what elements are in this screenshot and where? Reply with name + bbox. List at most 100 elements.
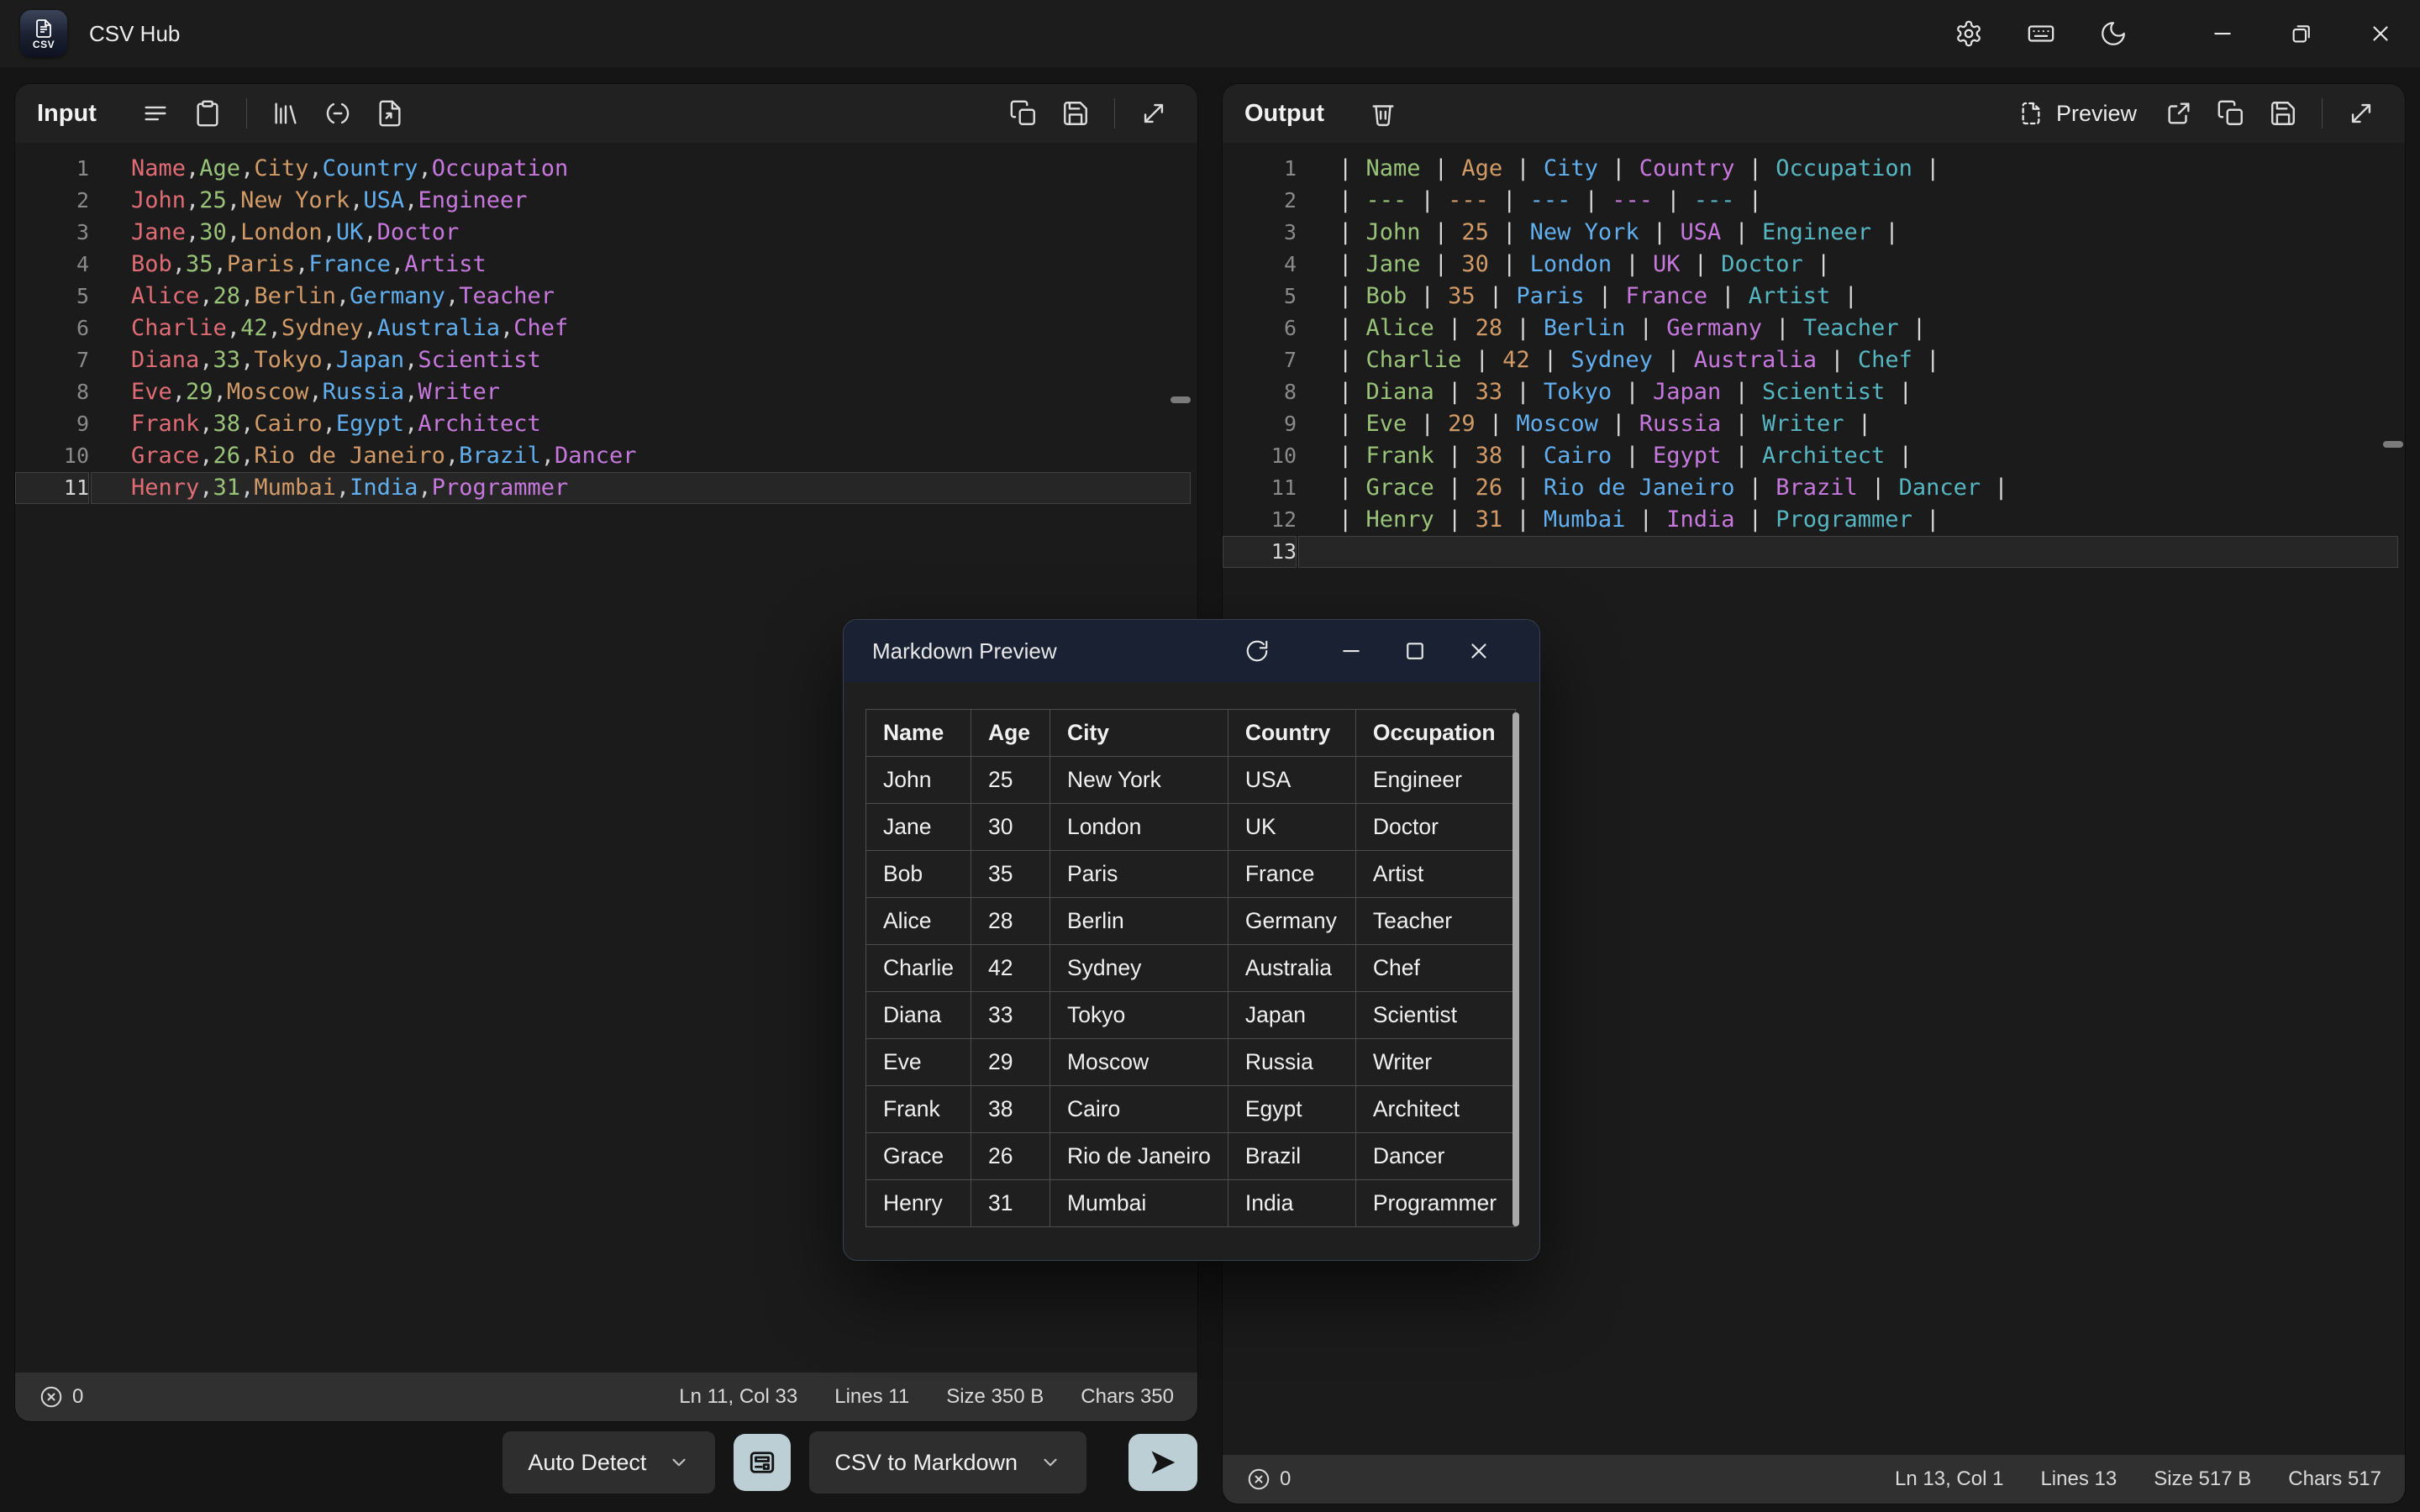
editor-line[interactable]: 8| Diana | 33 | Tokyo | Japan | Scientis… — [1223, 376, 2405, 408]
copy-output-button[interactable] — [2209, 92, 2253, 135]
editor-line[interactable]: 2| --- | --- | --- | --- | --- | — [1223, 185, 2405, 217]
token: | — [1489, 219, 1530, 245]
preview-refresh-button[interactable] — [1225, 620, 1289, 682]
editor-line[interactable]: 5Alice,28,Berlin,Germany,Teacher — [15, 281, 1197, 312]
library-button[interactable] — [264, 92, 308, 135]
token: 29 — [1448, 411, 1476, 437]
token: Eve — [1366, 411, 1407, 437]
preview-window-titlebar[interactable]: Markdown Preview — [844, 620, 1539, 682]
table-cell: Alice — [866, 898, 971, 945]
token: | — [1612, 251, 1653, 277]
token: Age — [199, 155, 240, 181]
editor-line[interactable]: 5| Bob | 35 | Paris | France | Artist | — [1223, 281, 2405, 312]
token: | — [1502, 379, 1544, 405]
save-input-button[interactable] — [1054, 92, 1097, 135]
editor-line[interactable]: 9Frank,38,Cairo,Egypt,Architect — [15, 408, 1197, 440]
preview-scrollbar-thumb[interactable] — [1512, 712, 1519, 1226]
trash-icon — [1369, 99, 1397, 128]
token: | — [1885, 443, 1912, 469]
token: Japan — [336, 347, 404, 373]
minimize-icon — [2210, 21, 2235, 46]
preview-close-button[interactable] — [1447, 620, 1511, 682]
save-output-button[interactable] — [2261, 92, 2305, 135]
token: Writer — [418, 379, 500, 405]
token: , — [186, 155, 199, 181]
editor-line[interactable]: 7Diana,33,Tokyo,Japan,Scientist — [15, 344, 1197, 376]
editor-line[interactable]: 4Bob,35,Paris,France,Artist — [15, 249, 1197, 281]
editor-line[interactable]: 11Henry,31,Mumbai,India,Programmer — [15, 472, 1197, 504]
token: , — [240, 155, 254, 181]
token: , — [391, 251, 404, 277]
sample-data-button[interactable] — [134, 92, 177, 135]
editor-line[interactable]: 4| Jane | 30 | London | UK | Doctor | — [1223, 249, 2405, 281]
input-statusbar: 0 Ln 11, Col 33 Lines 11 Size 350 B Char… — [15, 1373, 1197, 1421]
token: Scientist — [1762, 379, 1885, 405]
output-scrollbar-thumb[interactable] — [2383, 441, 2403, 448]
editor-line[interactable]: 3Jane,30,London,UK,Doctor — [15, 217, 1197, 249]
token: | — [1434, 507, 1476, 533]
token: | — [1625, 507, 1666, 533]
token: , — [363, 315, 376, 341]
link-button[interactable] — [316, 92, 360, 135]
token: , — [404, 347, 418, 373]
convert-button[interactable] — [1128, 1434, 1197, 1491]
token: | — [1502, 155, 1544, 181]
import-file-button[interactable] — [368, 92, 412, 135]
restore-button[interactable] — [2262, 0, 2341, 67]
header-divider — [2322, 98, 2323, 129]
token: 33 — [1476, 379, 1503, 405]
editor-line[interactable]: 13 — [1223, 536, 2405, 568]
expand-input-button[interactable] — [1132, 92, 1176, 135]
share-output-button[interactable] — [2157, 92, 2201, 135]
editor-line-text: Eve,29,Moscow,Russia,Writer — [91, 376, 1191, 408]
editor-line[interactable]: 8Eve,29,Moscow,Russia,Writer — [15, 376, 1197, 408]
format-select[interactable]: Auto Detect — [502, 1431, 715, 1494]
table-cell: Cairo — [1050, 1086, 1228, 1133]
token: Grace — [131, 443, 199, 469]
clear-output-button[interactable] — [1361, 92, 1405, 135]
preview-minimize-button[interactable] — [1319, 620, 1383, 682]
token: Engineer — [418, 187, 527, 213]
token: Berlin — [254, 283, 336, 309]
editor-line[interactable]: 11| Grace | 26 | Rio de Janeiro | Brazil… — [1223, 472, 2405, 504]
editor-line[interactable]: 10| Frank | 38 | Cairo | Egypt | Archite… — [1223, 440, 2405, 472]
token: | — [1339, 475, 1366, 501]
preview-maximize-button[interactable] — [1383, 620, 1447, 682]
token: , — [199, 283, 213, 309]
line-number: 9 — [15, 408, 89, 440]
expand-output-button[interactable] — [2339, 92, 2383, 135]
editor-line[interactable]: 3| John | 25 | New York | USA | Engineer… — [1223, 217, 2405, 249]
copy-input-button[interactable] — [1002, 92, 1045, 135]
token: Germany — [350, 283, 445, 309]
layout-options-button[interactable] — [734, 1434, 791, 1491]
token: --- — [1694, 187, 1735, 213]
editor-line[interactable]: 12| Henry | 31 | Mumbai | India | Progra… — [1223, 504, 2405, 536]
editor-line[interactable]: 10Grace,26,Rio de Janeiro,Brazil,Dancer — [15, 440, 1197, 472]
preview-button[interactable]: Preview — [2018, 100, 2137, 127]
editor-line[interactable]: 7| Charlie | 42 | Sydney | Australia | C… — [1223, 344, 2405, 376]
editor-line[interactable]: 1| Name | Age | City | Country | Occupat… — [1223, 153, 2405, 185]
settings-button[interactable] — [1933, 0, 2005, 67]
text-lines-icon — [141, 99, 170, 128]
token: 29 — [186, 379, 213, 405]
editor-line-text: | Henry | 31 | Mumbai | India | Programm… — [1298, 504, 2398, 536]
keyboard-shortcuts-button[interactable] — [2005, 0, 2077, 67]
close-button[interactable] — [2341, 0, 2420, 67]
token: | — [1339, 315, 1366, 341]
paste-button[interactable] — [186, 92, 229, 135]
theme-toggle-button[interactable] — [2077, 0, 2149, 67]
editor-line[interactable]: 2John,25,New York,USA,Engineer — [15, 185, 1197, 217]
conversion-select[interactable]: CSV to Markdown — [809, 1431, 1086, 1494]
editor-line[interactable]: 1Name,Age,City,Country,Occupation — [15, 153, 1197, 185]
editor-line[interactable]: 6Charlie,42,Sydney,Australia,Chef — [15, 312, 1197, 344]
editor-line[interactable]: 6| Alice | 28 | Berlin | Germany | Teach… — [1223, 312, 2405, 344]
token: | — [1899, 315, 1927, 341]
minimize-button[interactable] — [2183, 0, 2262, 67]
line-number: 7 — [15, 344, 89, 376]
table-cell: Engineer — [1355, 757, 1515, 804]
editor-line[interactable]: 9| Eve | 29 | Moscow | Russia | Writer | — [1223, 408, 2405, 440]
input-scrollbar-thumb[interactable] — [1171, 396, 1191, 403]
token: , — [240, 283, 254, 309]
table-cell: New York — [1050, 757, 1228, 804]
token: Diana — [1366, 379, 1434, 405]
